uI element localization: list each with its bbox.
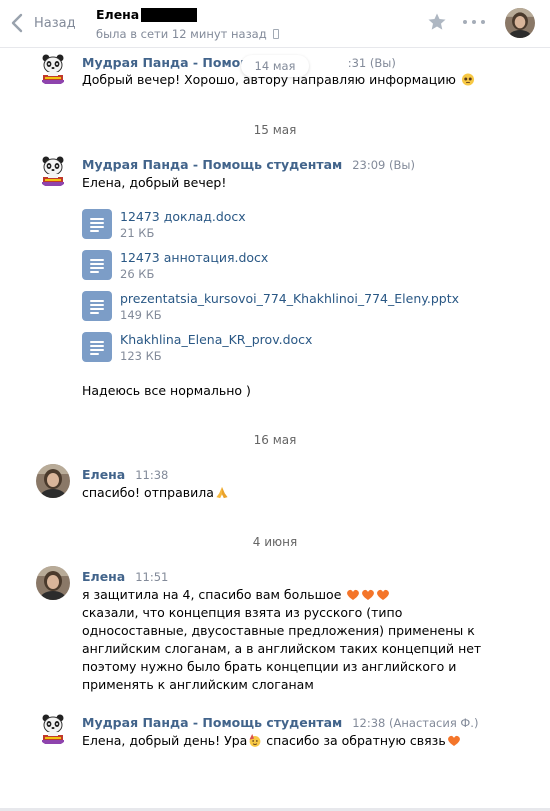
sender-name[interactable]: Мудрая Панда - Помощь студентам xyxy=(82,715,342,730)
peer-status-text: была в сети 12 минут назад xyxy=(96,27,267,41)
sender-avatar[interactable] xyxy=(36,52,70,86)
phone-icon xyxy=(272,29,279,39)
message-time[interactable]: :31 (Вы) xyxy=(348,56,396,70)
message-text: Елена, добрый день! Ура спасибо за обрат… xyxy=(82,732,532,750)
message-header: Елена 11:51 xyxy=(82,569,168,584)
date-separator: 16 мая xyxy=(253,433,297,447)
star-icon[interactable] xyxy=(427,12,447,32)
party-face-icon xyxy=(249,734,261,747)
doc-attachment[interactable]: prezentatsia_kursovoi_774_Khakhlinoi_774… xyxy=(82,291,459,323)
message-line-text: я защитила на 4, спасибо вам большое xyxy=(82,587,342,602)
message-text: Елена, добрый вечер! xyxy=(82,175,227,190)
message-time[interactable]: 11:38 xyxy=(135,468,168,482)
message-line: применять к английским слоганам xyxy=(82,677,314,692)
message-header: Мудрая Панда - Помощь студентам 12:38 (А… xyxy=(82,715,478,730)
doc-attachment[interactable]: 12473 аннотация.docx 26 КБ xyxy=(82,250,268,282)
message-text: Надеюсь все нормально ) xyxy=(82,383,251,398)
date-separator: 4 июня xyxy=(252,535,298,549)
doc-attachment[interactable]: Khakhlina_Elena_KR_prov.docx 123 КБ xyxy=(82,332,312,364)
message-time[interactable]: 23:09 (Вы) xyxy=(352,158,415,172)
praying-hands-icon xyxy=(216,486,228,499)
message-text-content: Елена, добрый день! Ура xyxy=(82,733,248,748)
doc-size: 26 КБ xyxy=(120,267,155,281)
doc-icon xyxy=(82,209,112,239)
panda-avatar xyxy=(36,52,70,86)
message-line: я защитила на 4, спасибо вам большое xyxy=(82,586,532,604)
floating-date: 14 мая xyxy=(241,55,309,77)
message-line: односоставные, двусоставные предложения)… xyxy=(82,623,475,638)
heart-icon xyxy=(377,589,390,600)
doc-name[interactable]: 12473 аннотация.docx xyxy=(120,250,268,266)
date-separator: 15 мая xyxy=(253,123,297,137)
sender-name[interactable]: Елена xyxy=(82,467,125,482)
sender-avatar[interactable] xyxy=(36,154,70,188)
message-header: Елена 11:38 xyxy=(82,467,168,482)
doc-attachment[interactable]: 12473 доклад.docx 21 КБ xyxy=(82,209,246,241)
message-text: я защитила на 4, спасибо вам большое ска… xyxy=(82,586,532,694)
message-line: английским слоганам, а в английском таки… xyxy=(82,641,482,656)
more-icon[interactable] xyxy=(463,13,485,31)
message-line: сказали, что концепция взята из русского… xyxy=(82,605,403,620)
doc-size: 21 КБ xyxy=(120,226,155,240)
peer-status: была в сети 12 минут назад xyxy=(96,27,279,41)
redacted-surname xyxy=(141,7,198,22)
sender-avatar[interactable] xyxy=(36,712,70,746)
sender-name[interactable]: Мудрая Панда - Помощь студентам xyxy=(82,157,342,172)
sender-name[interactable]: Елена xyxy=(82,569,125,584)
message-text: Добрый вечер! Хорошо, автору направляю и… xyxy=(82,71,532,89)
pleading-face-icon xyxy=(461,73,474,86)
back-label: Назад xyxy=(34,15,76,31)
doc-size: 123 КБ xyxy=(120,349,162,363)
doc-size: 149 КБ xyxy=(120,308,162,322)
chat-header: Назад Елена была в сети 12 минут назад xyxy=(0,0,550,48)
heart-icon xyxy=(447,735,460,746)
sender-avatar[interactable] xyxy=(36,464,70,498)
doc-name[interactable]: 12473 доклад.docx xyxy=(120,209,246,225)
message-time[interactable]: 11:51 xyxy=(135,570,168,584)
message-time[interactable]: 12:38 (Анастасия Ф.) xyxy=(352,716,478,730)
peer-name-text: Елена xyxy=(96,7,140,22)
doc-icon xyxy=(82,291,112,321)
peer-name[interactable]: Елена xyxy=(96,7,198,22)
message-line: поэтому нужно было брать концепции из ан… xyxy=(82,659,457,674)
panda-avatar xyxy=(36,712,70,746)
doc-icon xyxy=(82,332,112,362)
message-text: спасибо! отправила xyxy=(82,484,532,502)
heart-icon xyxy=(362,589,375,600)
panda-avatar xyxy=(36,154,70,188)
message-text-content: спасибо! отправила xyxy=(82,485,214,500)
doc-name[interactable]: prezentatsia_kursovoi_774_Khakhlinoi_774… xyxy=(120,291,459,307)
woman-avatar xyxy=(36,566,70,600)
doc-icon xyxy=(82,250,112,280)
chevron-left-icon xyxy=(11,13,23,33)
doc-name[interactable]: Khakhlina_Elena_KR_prov.docx xyxy=(120,332,312,348)
sender-avatar[interactable] xyxy=(36,566,70,600)
heart-icon xyxy=(347,589,360,600)
message-text-content: спасибо за обратную связь xyxy=(262,733,446,748)
message-header: Мудрая Панда - Помощь студентам 23:09 (В… xyxy=(82,157,415,172)
back-button[interactable]: Назад xyxy=(10,12,76,34)
peer-avatar[interactable] xyxy=(505,8,535,38)
message-header: Мудрая Панда - Помощь с :31 (Вы) xyxy=(82,55,396,70)
woman-avatar xyxy=(36,464,70,498)
